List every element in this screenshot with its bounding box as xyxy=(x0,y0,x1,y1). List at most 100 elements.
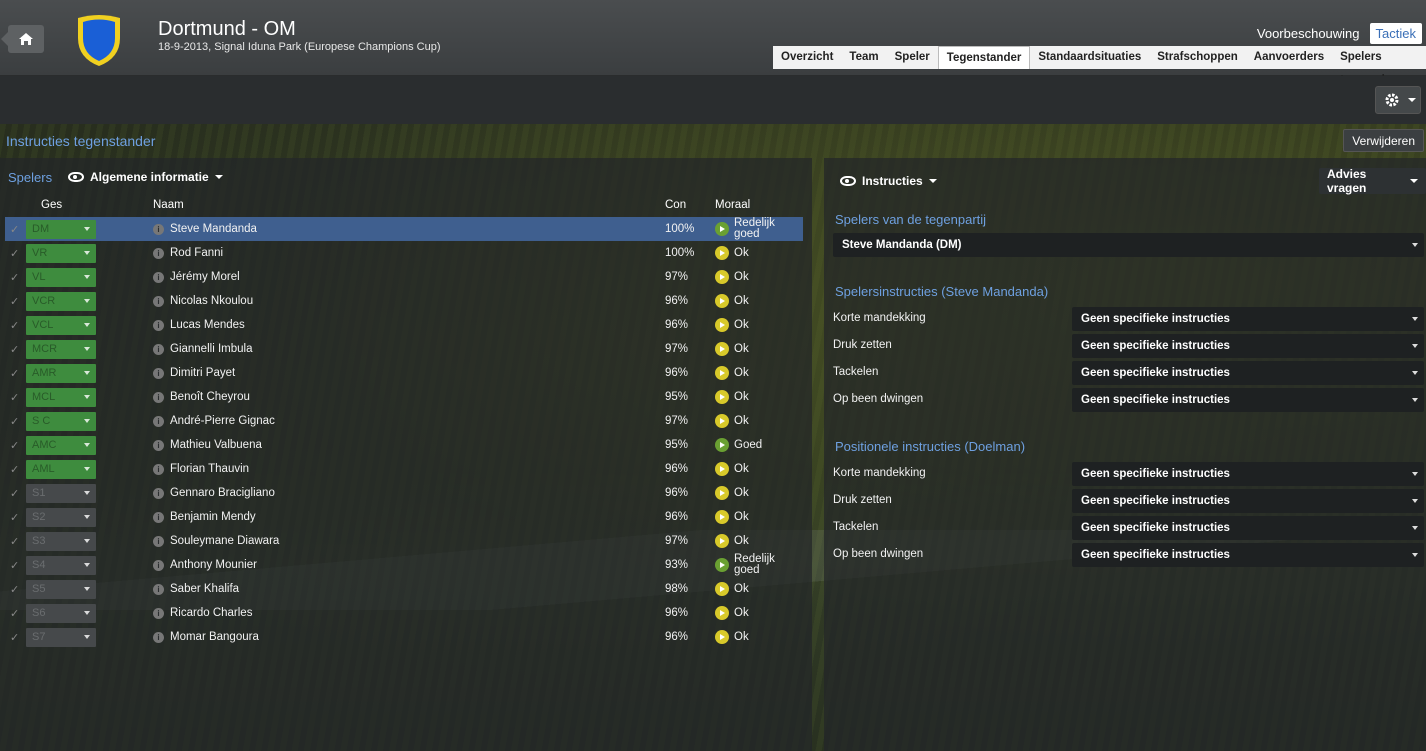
player-row[interactable]: ✓ VCL i Lucas Mendes 96% Ok xyxy=(5,313,803,337)
player-row[interactable]: ✓ S C i André-Pierre Gignac 97% Ok xyxy=(5,409,803,433)
player-row[interactable]: ✓ DM i Steve Mandanda 100% Redelijk goed xyxy=(5,217,803,241)
info-icon[interactable]: i xyxy=(153,607,164,619)
tab-spelers-toespreken[interactable]: Spelers toespreken xyxy=(1332,46,1426,86)
instruction-select[interactable]: Geen specifieke instructies xyxy=(1072,361,1424,385)
player-row[interactable]: ✓ MCL i Benoît Cheyrou 95% Ok xyxy=(5,385,803,409)
info-icon[interactable]: i xyxy=(153,319,164,331)
player-row[interactable]: ✓ VR i Rod Fanni 100% Ok xyxy=(5,241,803,265)
position-select[interactable]: S4 xyxy=(26,555,96,575)
position-select[interactable]: S6 xyxy=(26,603,96,623)
column-header-con[interactable]: Con xyxy=(665,199,686,211)
position-select[interactable]: AMR xyxy=(26,363,96,383)
home-button[interactable] xyxy=(1,25,44,53)
instruction-select[interactable]: Geen specifieke instructies xyxy=(1072,388,1424,412)
player-row[interactable]: ✓ S1 i Gennaro Bracigliano 96% Ok xyxy=(5,481,803,505)
player-name[interactable]: Benoît Cheyrou xyxy=(170,391,250,403)
view-selector[interactable]: Algemene informatie xyxy=(68,170,223,184)
player-name[interactable]: Anthony Mounier xyxy=(170,559,257,571)
player-name[interactable]: Steve Mandanda xyxy=(170,223,257,235)
instruction-select[interactable]: Geen specifieke instructies xyxy=(1072,489,1424,513)
info-icon[interactable]: i xyxy=(153,487,164,499)
info-icon[interactable]: i xyxy=(153,343,164,355)
player-name[interactable]: Momar Bangoura xyxy=(170,631,259,643)
position-select[interactable]: S5 xyxy=(26,579,96,599)
player-name[interactable]: Saber Khalifa xyxy=(170,583,239,595)
settings-menu-button[interactable] xyxy=(1375,86,1421,114)
tab-speler[interactable]: Speler xyxy=(886,46,938,69)
player-name[interactable]: Souleymane Diawara xyxy=(170,535,279,547)
column-header-morale[interactable]: Moraal xyxy=(715,199,750,211)
instruction-select[interactable]: Geen specifieke instructies xyxy=(1072,462,1424,486)
position-select[interactable]: S C xyxy=(26,411,96,431)
player-row[interactable]: ✓ S7 i Momar Bangoura 96% Ok xyxy=(5,625,803,649)
player-name[interactable]: André-Pierre Gignac xyxy=(170,415,275,427)
instruction-select[interactable]: Geen specifieke instructies xyxy=(1072,307,1424,331)
advice-button[interactable]: Advies vragen xyxy=(1319,167,1426,195)
player-row[interactable]: ✓ S5 i Saber Khalifa 98% Ok xyxy=(5,577,803,601)
position-select[interactable]: VCL xyxy=(26,315,96,335)
position-select[interactable]: S2 xyxy=(26,507,96,527)
player-row[interactable]: ✓ MCR i Giannelli Imbula 97% Ok xyxy=(5,337,803,361)
player-row[interactable]: ✓ S2 i Benjamin Mendy 96% Ok xyxy=(5,505,803,529)
position-select[interactable]: VCR xyxy=(26,291,96,311)
info-icon[interactable]: i xyxy=(153,463,164,475)
player-name[interactable]: Rod Fanni xyxy=(170,247,223,259)
info-icon[interactable]: i xyxy=(153,295,164,307)
player-row[interactable]: ✓ S4 i Anthony Mounier 93% Redelijk goed xyxy=(5,553,803,577)
player-row[interactable]: ✓ VCR i Nicolas Nkoulou 96% Ok xyxy=(5,289,803,313)
player-name[interactable]: Nicolas Nkoulou xyxy=(170,295,253,307)
instructions-view-selector[interactable]: Instructies xyxy=(840,174,937,188)
position-select[interactable]: AMC xyxy=(26,435,96,455)
player-name[interactable]: Florian Thauvin xyxy=(170,463,249,475)
position-select[interactable]: VL xyxy=(26,267,96,287)
player-row[interactable]: ✓ S6 i Ricardo Charles 96% Ok xyxy=(5,601,803,625)
position-select[interactable]: S3 xyxy=(26,531,96,551)
remove-button[interactable]: Verwijderen xyxy=(1343,129,1424,152)
info-icon[interactable]: i xyxy=(153,583,164,595)
instruction-select[interactable]: Geen specifieke instructies xyxy=(1072,543,1424,567)
info-icon[interactable]: i xyxy=(153,559,164,571)
position-select[interactable]: VR xyxy=(26,243,96,263)
tab-aanvoerders[interactable]: Aanvoerders xyxy=(1245,46,1333,69)
tab-team[interactable]: Team xyxy=(841,46,887,69)
position-select[interactable]: MCL xyxy=(26,387,96,407)
player-name[interactable]: Gennaro Bracigliano xyxy=(170,487,275,499)
info-icon[interactable]: i xyxy=(153,631,164,643)
position-select[interactable]: S1 xyxy=(26,483,96,503)
instruction-select[interactable]: Geen specifieke instructies xyxy=(1072,334,1424,358)
info-icon[interactable]: i xyxy=(153,511,164,523)
player-row[interactable]: ✓ AML i Florian Thauvin 96% Ok xyxy=(5,457,803,481)
player-name[interactable]: Benjamin Mendy xyxy=(170,511,256,523)
instruction-select[interactable]: Geen specifieke instructies xyxy=(1072,516,1424,540)
player-name[interactable]: Jérémy Morel xyxy=(170,271,240,283)
player-row[interactable]: ✓ AMR i Dimitri Payet 96% Ok xyxy=(5,361,803,385)
player-name[interactable]: Giannelli Imbula xyxy=(170,343,252,355)
info-icon[interactable]: i xyxy=(153,535,164,547)
tab-tegenstander[interactable]: Tegenstander xyxy=(937,46,1031,69)
info-icon[interactable]: i xyxy=(153,415,164,427)
player-name[interactable]: Lucas Mendes xyxy=(170,319,245,331)
info-icon[interactable]: i xyxy=(153,391,164,403)
player-row[interactable]: ✓ S3 i Souleymane Diawara 97% Ok xyxy=(5,529,803,553)
position-select[interactable]: AML xyxy=(26,459,96,479)
position-select[interactable]: S7 xyxy=(26,627,96,647)
tab-overzicht[interactable]: Overzicht xyxy=(773,46,842,69)
info-icon[interactable]: i xyxy=(153,247,164,259)
player-name[interactable]: Mathieu Valbuena xyxy=(170,439,262,451)
position-select[interactable]: MCR xyxy=(26,339,96,359)
info-icon[interactable]: i xyxy=(153,439,164,451)
player-name[interactable]: Ricardo Charles xyxy=(170,607,252,619)
player-row[interactable]: ✓ AMC i Mathieu Valbuena 95% Goed xyxy=(5,433,803,457)
opponent-player-select[interactable]: Steve Mandanda (DM) xyxy=(833,233,1424,257)
position-select[interactable]: DM xyxy=(26,219,96,239)
tab-standaardsituaties[interactable]: Standaardsituaties xyxy=(1030,46,1150,69)
player-name[interactable]: Dimitri Payet xyxy=(170,367,235,379)
link-voorbeschouwing[interactable]: Voorbeschouwing xyxy=(1251,23,1366,44)
info-icon[interactable]: i xyxy=(153,367,164,379)
info-icon[interactable]: i xyxy=(153,271,164,283)
link-tactiek[interactable]: Tactiek xyxy=(1369,23,1422,44)
column-header-name[interactable]: Naam xyxy=(153,199,184,211)
player-row[interactable]: ✓ VL i Jérémy Morel 97% Ok xyxy=(5,265,803,289)
info-icon[interactable]: i xyxy=(153,223,164,235)
tab-strafschoppen[interactable]: Strafschoppen xyxy=(1149,46,1246,69)
